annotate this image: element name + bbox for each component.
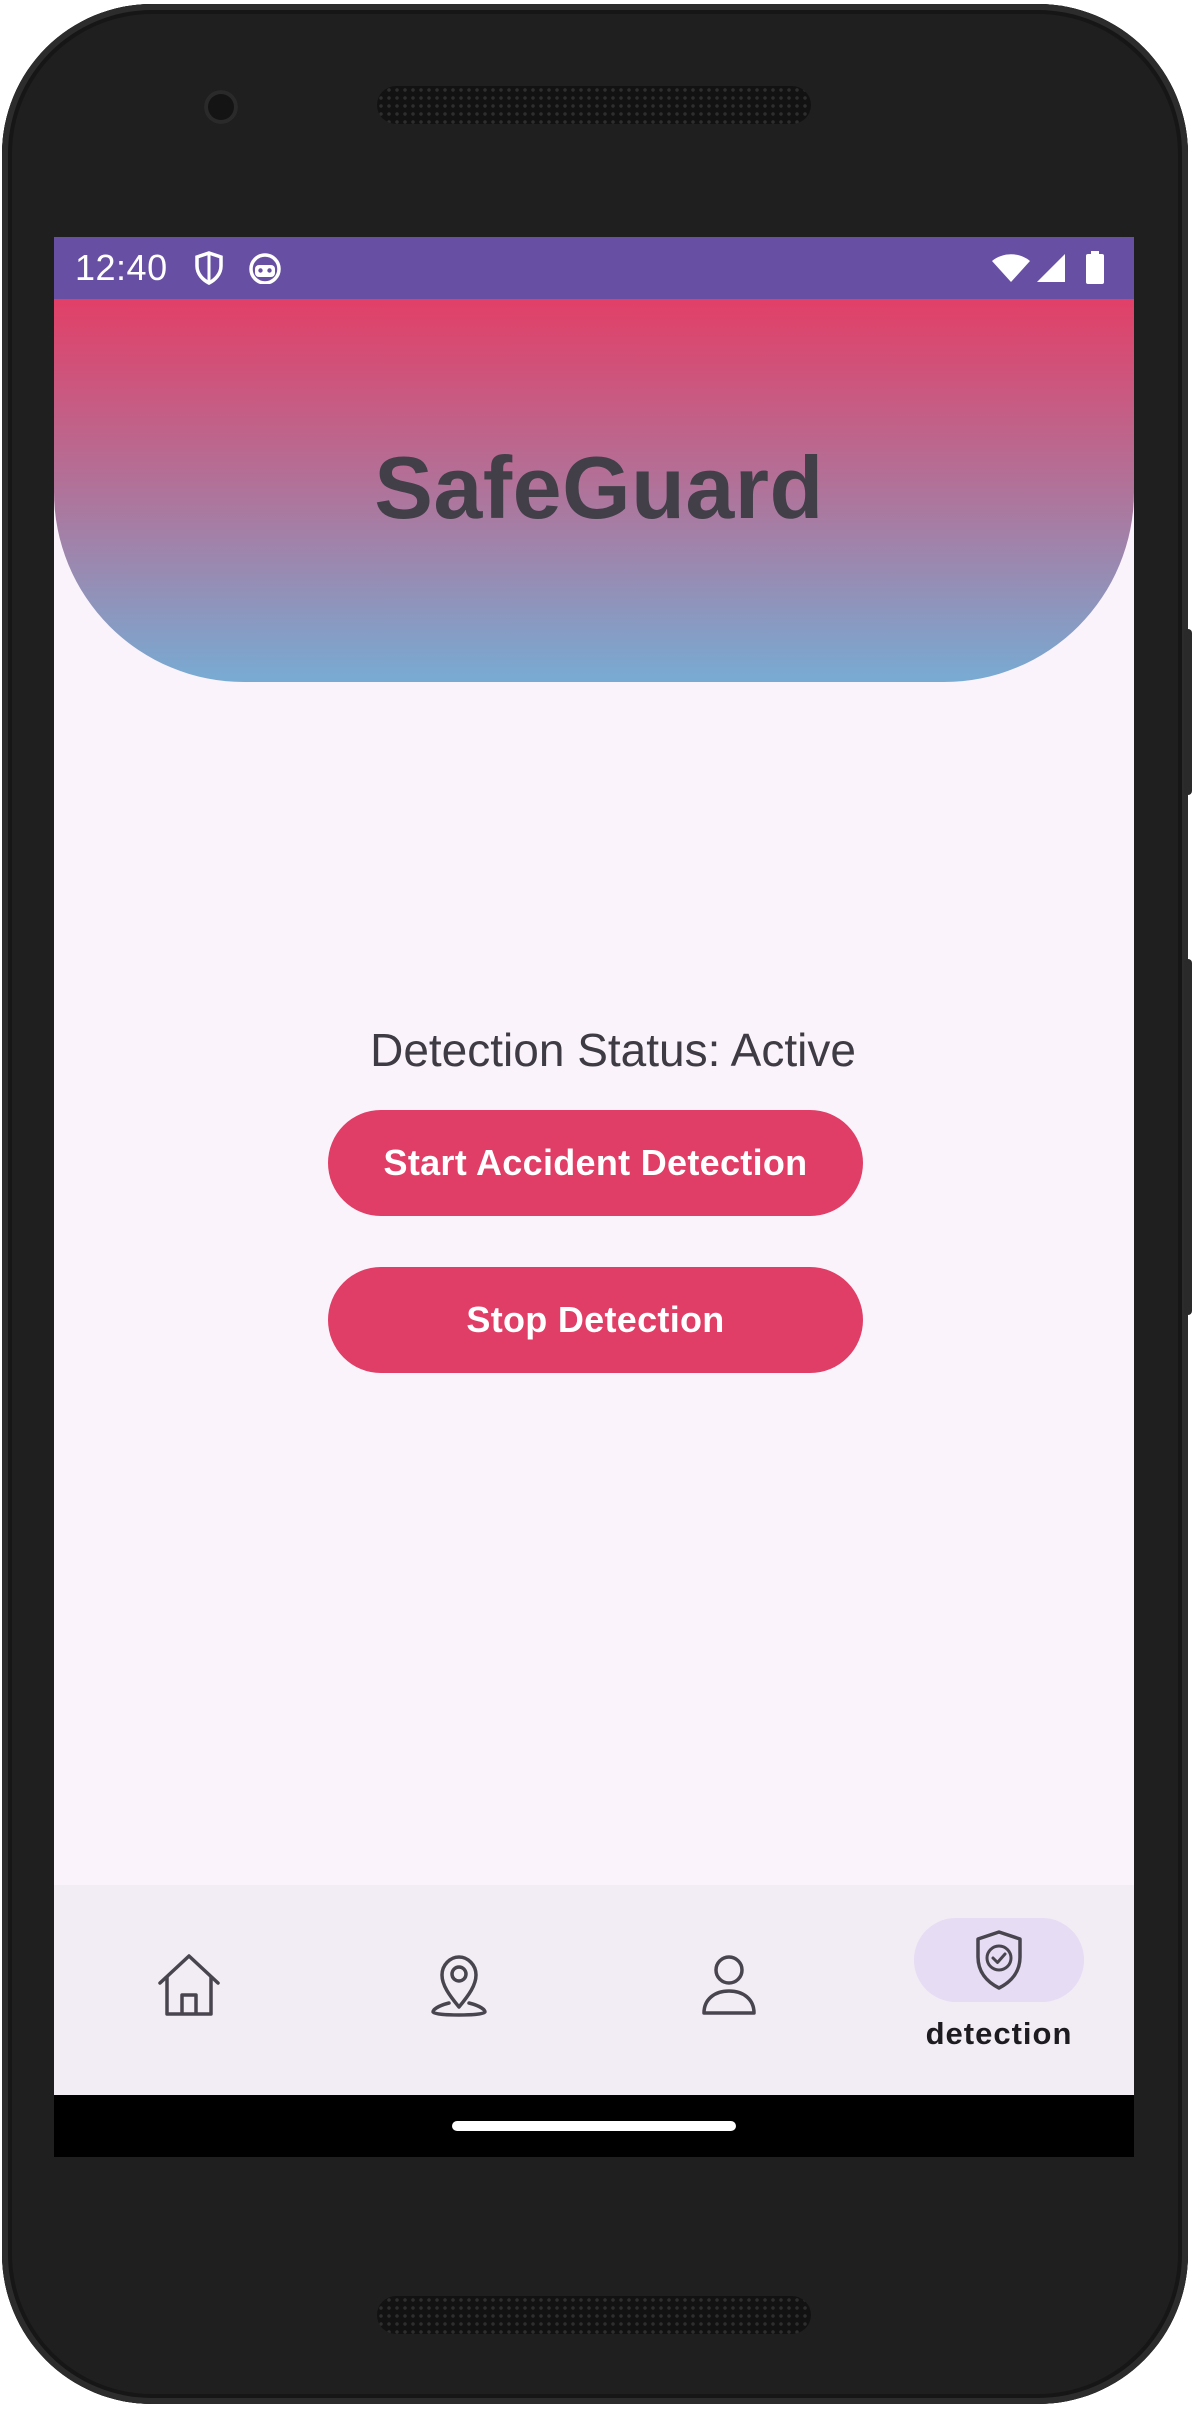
nav-item-profile[interactable]: [594, 1885, 864, 2095]
status-bar: 12:40: [54, 237, 1134, 299]
location-pin-icon: [429, 1951, 489, 2024]
shield-check-icon: [973, 1929, 1025, 1991]
detection-status-text: Detection Status: Active: [370, 1024, 856, 1076]
stop-detection-button[interactable]: Stop Detection: [328, 1267, 863, 1373]
nav-item-home[interactable]: [54, 1885, 324, 2095]
app-header: SafeGuard: [54, 299, 1134, 682]
signal-icon: [1035, 252, 1067, 284]
nav-item-location[interactable]: [324, 1885, 594, 2095]
home-icon: [154, 1951, 224, 2024]
nav-selected-indicator: [914, 1918, 1084, 2002]
person-icon: [698, 1951, 760, 2024]
battery-icon: [1085, 251, 1105, 285]
front-camera: [204, 90, 238, 124]
power-button: [1184, 629, 1192, 795]
shield-icon: [194, 251, 224, 285]
home-gesture-handle[interactable]: [452, 2121, 736, 2131]
volume-button: [1184, 959, 1192, 1315]
app-screen: 12:40 SafeGuard Detection Status: Active…: [54, 237, 1134, 2157]
system-gesture-bar: [54, 2095, 1134, 2157]
bottom-navigation-bar: detection: [54, 1885, 1134, 2095]
nav-item-detection-label: detection: [925, 2016, 1073, 2051]
app-title: SafeGuard: [374, 437, 824, 537]
android-robot-icon: [248, 252, 282, 284]
nav-item-detection[interactable]: detection: [864, 1885, 1134, 2095]
top-speaker: [377, 86, 811, 124]
start-accident-detection-button[interactable]: Start Accident Detection: [328, 1110, 863, 1216]
wifi-icon: [991, 253, 1031, 283]
status-time: 12:40: [75, 247, 168, 288]
bottom-speaker: [377, 2296, 811, 2334]
phone-frame: 12:40 SafeGuard Detection Status: Active…: [2, 4, 1192, 2404]
